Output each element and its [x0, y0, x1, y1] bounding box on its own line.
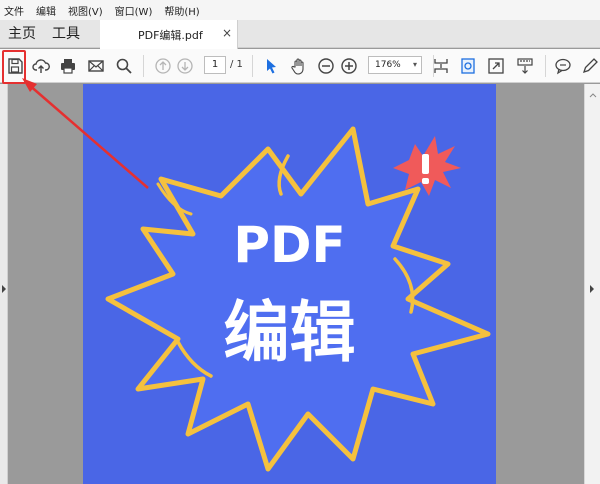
document-tab-label: PDF编辑.pdf: [138, 29, 203, 42]
menu-bar: 文件 编辑 视图(V) 窗口(W) 帮助(H): [0, 0, 600, 20]
zoom-out-button[interactable]: [314, 54, 338, 78]
zoom-in-button[interactable]: [337, 54, 361, 78]
fit-page-icon: [434, 59, 448, 73]
email-button[interactable]: [84, 54, 108, 78]
save-button-highlight: [2, 50, 26, 84]
full-screen-button[interactable]: [484, 54, 508, 78]
tab-bar: 主页 工具 PDF编辑.pdf ×: [0, 20, 600, 49]
menu-file[interactable]: 文件: [4, 3, 24, 18]
search-button[interactable]: [112, 54, 136, 78]
plus-circle-icon: [341, 58, 357, 74]
zoom-select[interactable]: 176% ▾: [368, 56, 422, 74]
tab-document[interactable]: PDF编辑.pdf ×: [100, 20, 238, 49]
cursor-icon: [267, 59, 276, 74]
menu-help[interactable]: 帮助(H): [164, 3, 199, 18]
pdf-page: PDF 编辑: [83, 84, 496, 484]
envelope-icon: [88, 60, 104, 72]
expand-icon: [488, 58, 504, 74]
menu-edit[interactable]: 编辑: [36, 3, 56, 18]
hand-icon: [291, 58, 304, 75]
draw-button[interactable]: [578, 54, 600, 78]
close-icon[interactable]: ×: [222, 26, 232, 40]
upload-button[interactable]: [29, 54, 53, 78]
rotate-button[interactable]: [456, 54, 480, 78]
page-total-label: / 1: [230, 59, 243, 70]
speech-bubble-icon: [555, 58, 571, 75]
keyboard-icon: [517, 58, 533, 74]
next-page-button[interactable]: [173, 54, 197, 78]
scroll-mode-button[interactable]: [513, 54, 537, 78]
previous-page-button[interactable]: [151, 54, 175, 78]
minus-circle-icon: [318, 58, 334, 74]
tab-tools[interactable]: 工具: [52, 20, 80, 48]
chevron-down-icon: ▾: [412, 60, 417, 69]
toolbar-separator: [143, 55, 144, 77]
pencil-icon: [582, 58, 598, 74]
comment-button[interactable]: [551, 54, 575, 78]
edit-title-text: 编辑: [223, 294, 356, 371]
menu-view[interactable]: 视图(V): [68, 3, 103, 18]
fit-page-button[interactable]: [429, 54, 453, 78]
page-number-input[interactable]: 1: [204, 56, 226, 74]
arrow-up-circle-icon: [155, 58, 171, 74]
toolbar-separator: [545, 55, 546, 77]
scroll-up-icon: [589, 93, 597, 98]
cloud-upload-icon: [32, 59, 50, 73]
search-icon: [116, 58, 132, 74]
arrow-down-circle-icon: [177, 58, 193, 74]
chevron-right-icon: [2, 285, 6, 293]
hand-tool-button[interactable]: [287, 54, 311, 78]
vertical-scrollbar[interactable]: [584, 84, 600, 484]
pdf-title-text: PDF: [233, 216, 346, 274]
select-tool-button[interactable]: [259, 54, 283, 78]
toolbar-separator: [252, 55, 253, 77]
page-rotate-icon: [461, 58, 475, 74]
zoom-value: 176%: [375, 60, 401, 70]
tab-home[interactable]: 主页: [8, 20, 36, 48]
print-button[interactable]: [56, 54, 80, 78]
menu-window[interactable]: 窗口(W): [115, 3, 153, 18]
toolbar: [0, 49, 600, 83]
printer-icon: [61, 59, 75, 74]
left-panel-toggle[interactable]: [0, 84, 8, 484]
chevron-right-icon: [590, 285, 594, 293]
